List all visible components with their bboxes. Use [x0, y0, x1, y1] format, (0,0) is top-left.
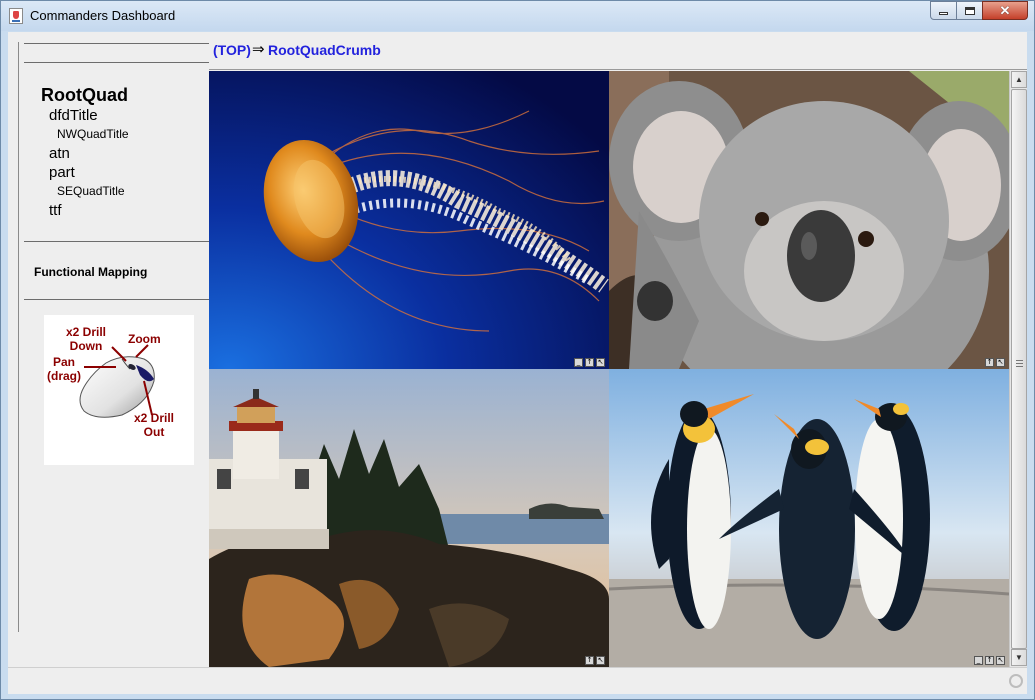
quad-penguins[interactable]: _ ↑ ↖: [609, 369, 1009, 667]
quad-controls: _ ↑ ↖: [974, 656, 1005, 665]
quad-koala[interactable]: ↑ ↖: [609, 71, 1009, 369]
drill-down-label: x2 Drill Down: [65, 325, 107, 353]
tree-node[interactable]: dfdTitle: [41, 106, 129, 125]
drill-out-label: x2 Drill Out: [133, 411, 175, 439]
maximize-icon: [964, 6, 975, 15]
grip-icon: [1016, 360, 1023, 368]
up-quad-icon[interactable]: ↑: [585, 358, 594, 367]
scroll-down-icon[interactable]: ▼: [1011, 649, 1027, 666]
app-window: Commanders Dashboard ✕ RootQuad dfdTitle…: [0, 0, 1035, 700]
quad-grid: _ ↑ ↖ ↑ ↖ ↑ ↖ _ ↑ ↖: [209, 71, 1009, 667]
java-app-icon[interactable]: [9, 8, 23, 24]
quad-lighthouse[interactable]: ↑ ↖: [209, 369, 609, 667]
close-button[interactable]: ✕: [982, 1, 1028, 20]
tree-node[interactable]: part: [41, 163, 129, 182]
divider: [24, 62, 209, 63]
status-bar: [8, 667, 1027, 694]
client-area: RootQuad dfdTitle NWQuadTitle atn part S…: [8, 32, 1027, 694]
maximize-button[interactable]: [956, 1, 983, 20]
tree-node-root[interactable]: RootQuad: [41, 84, 129, 106]
mouse-help-diagram: x2 Drill Down Zoom Pan (drag) x2 Drill O…: [44, 315, 194, 465]
jellyfish-image: [209, 71, 609, 369]
koala-image: [609, 71, 1009, 369]
scroll-thumb[interactable]: [1011, 89, 1027, 649]
tree-node[interactable]: NWQuadTitle: [41, 125, 129, 144]
zoom-quad-icon[interactable]: ↖: [596, 656, 605, 665]
lighthouse-image: [209, 369, 609, 667]
divider: [24, 241, 209, 242]
zoom-label: Zoom: [128, 332, 161, 346]
tree-node[interactable]: ttf: [41, 201, 129, 220]
close-icon: ✕: [999, 3, 1011, 18]
divider: [24, 299, 209, 300]
minimize-button[interactable]: [930, 1, 957, 20]
minimize-quad-icon[interactable]: _: [974, 656, 983, 665]
window-title: Commanders Dashboard: [30, 8, 176, 23]
zoom-quad-icon[interactable]: ↖: [596, 358, 605, 367]
minimize-icon: [939, 12, 948, 15]
window-controls: ✕: [930, 1, 1028, 20]
left-panel: RootQuad dfdTitle NWQuadTitle atn part S…: [8, 32, 209, 632]
quad-controls: ↑ ↖: [985, 358, 1005, 367]
zoom-quad-icon[interactable]: ↖: [996, 656, 1005, 665]
zoom-quad-icon[interactable]: ↖: [996, 358, 1005, 367]
title-bar[interactable]: Commanders Dashboard ✕: [1, 1, 1034, 31]
breadcrumb-top-link[interactable]: (TOP): [213, 42, 251, 58]
quad-jellyfish[interactable]: _ ↑ ↖: [209, 71, 609, 369]
pan-label: Pan (drag): [47, 355, 81, 383]
breadcrumb-arrow-icon: ⇒: [252, 41, 265, 58]
breadcrumb-current-link[interactable]: RootQuadCrumb: [268, 42, 381, 58]
left-panel-border: [18, 42, 19, 632]
quad-controls: ↑ ↖: [585, 656, 605, 665]
up-quad-icon[interactable]: ↑: [985, 656, 994, 665]
penguins-image: [609, 369, 1009, 667]
breadcrumb: (TOP) ⇒ RootQuadCrumb: [209, 32, 1027, 70]
quad-controls: _ ↑ ↖: [574, 358, 605, 367]
functional-mapping-label: Functional Mapping: [34, 265, 148, 279]
minimize-quad-icon[interactable]: _: [574, 358, 583, 367]
tree-node[interactable]: SEQuadTitle: [41, 182, 129, 201]
tree-node[interactable]: atn: [41, 144, 129, 163]
up-quad-icon[interactable]: ↑: [985, 358, 994, 367]
divider: [24, 43, 209, 44]
scroll-up-icon[interactable]: ▲: [1011, 71, 1027, 88]
busy-indicator-icon: [1009, 674, 1023, 688]
vertical-scrollbar[interactable]: ▲ ▼: [1009, 71, 1027, 667]
quad-tree: RootQuad dfdTitle NWQuadTitle atn part S…: [41, 84, 129, 220]
up-quad-icon[interactable]: ↑: [585, 656, 594, 665]
